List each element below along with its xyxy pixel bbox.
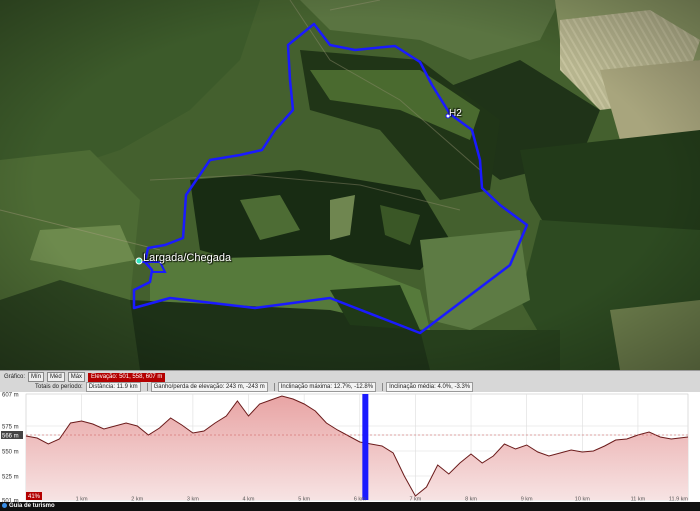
y-tick-label: 566 m [2, 434, 19, 440]
toolbar-row-totals: Totais do período: Distância: 11.9 km Ga… [35, 382, 476, 392]
y-tick-label: 575 m [2, 425, 19, 431]
elevation-gain-field[interactable]: Ganho/perda de elevação: 243 m, -243 m [150, 382, 268, 392]
start-finish-label[interactable]: Largada/Chegada [143, 252, 231, 264]
map-imagery [0, 0, 700, 370]
elevation-field[interactable]: Elevação: 501, 558, 607 m [88, 372, 166, 382]
y-tick-label: 525 m [2, 475, 19, 481]
start-finish-pin [135, 257, 143, 265]
elevation-profile-chart[interactable]: 607 m 575 m 566 m 550 m 525 m 501 m 41% 1 km 2 k… [0, 392, 700, 505]
toolbar-row-graph: Gráfico: Mín Méd Máx Elevação: 501, 558,… [4, 372, 168, 382]
bottom-status-bar: Guia de turismo [0, 502, 700, 511]
toolbar-divider [146, 383, 148, 391]
min-button[interactable]: Mín [28, 372, 45, 382]
avg-slope-field[interactable]: Inclinação média: 4.0%, -3.3% [386, 382, 474, 392]
satellite-map[interactable]: Largada/Chegada H2 [0, 0, 700, 370]
toolbar-divider [382, 383, 384, 391]
avg-button[interactable]: Méd [47, 372, 65, 382]
position-cursor [362, 394, 369, 500]
distance-field[interactable]: Distância: 11.9 km [85, 382, 141, 392]
max-slope-field[interactable]: Inclinação máxima: 12.7%, -12.8% [277, 382, 377, 392]
y-tick-label: 550 m [2, 450, 19, 456]
graph-label: Gráfico: [4, 374, 26, 380]
y-tick-label: 607 m [2, 393, 19, 399]
elevation-profile-svg: 607 m575 m566 m550 m525 m501 m41% 1 km 2 k… [1, 393, 688, 505]
globe-icon [2, 502, 7, 508]
max-button[interactable]: Máx [67, 372, 86, 382]
low-percent-label: 41% [28, 494, 41, 500]
guide-badge[interactable]: Guia de turismo [0, 502, 55, 511]
totals-label: Totais do período: [35, 384, 83, 390]
waypoint-h2-label[interactable]: H2 [449, 108, 462, 119]
toolbar-divider [273, 383, 275, 391]
elevation-profile-toolbar: Gráfico: Mín Méd Máx Elevação: 501, 558,… [0, 370, 700, 393]
